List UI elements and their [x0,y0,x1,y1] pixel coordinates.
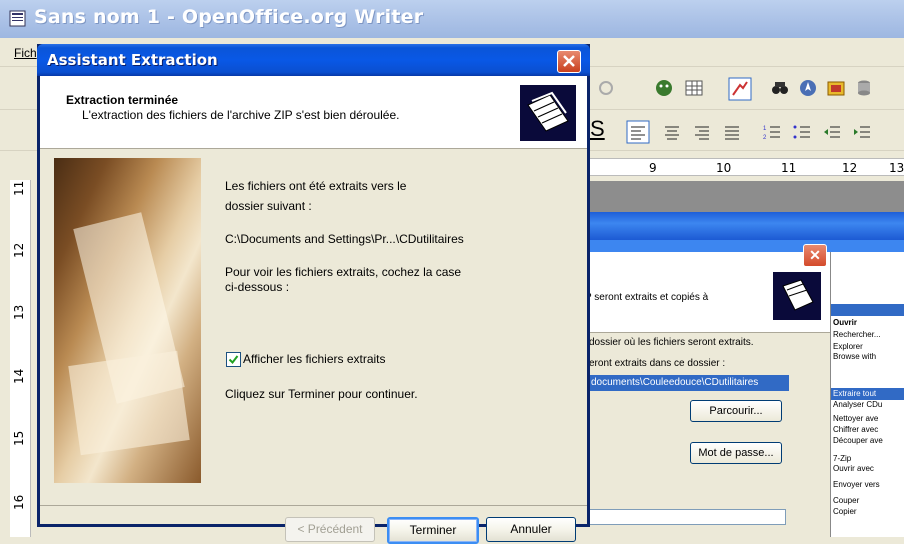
ruler-9: 9 [649,161,657,175]
ctx-item[interactable]: Ouvrir [833,318,857,327]
background-dialog-titlebar-lower [585,240,904,252]
context-menu-header-band [831,304,904,316]
close-button[interactable] [557,50,581,73]
ruler-10: 10 [716,161,732,175]
dialog-titlebar[interactable]: Assistant Extraction [37,44,590,76]
navigator-icon[interactable] [798,78,818,98]
background-dialog-header: P seront extraits et copiés à [585,252,830,333]
underline-icon[interactable]: S [590,116,605,142]
wizard-folder-image [54,158,201,483]
folder-sheet [68,350,190,456]
show-files-checkbox[interactable] [226,352,241,367]
ruler-11: 11 [781,161,797,175]
info-line-4: ci-dessous : [225,280,290,294]
svg-text:2: 2 [763,135,767,141]
vruler-16: 16 [12,494,26,510]
svg-text:1: 1 [763,126,767,132]
bg-progress-field [589,509,786,525]
ctx-item[interactable]: Explorer [833,342,863,351]
bg-fragment-2: dossier où les fichiers seront extraits. [589,337,754,348]
writer-titlebar: Sans nom 1 - OpenOffice.org Writer [0,0,904,38]
bg-destination-field[interactable]: documents\Couleedouce\CDutilitaires [589,375,789,391]
cancel-button[interactable]: Annuler [486,517,576,542]
spellcheck-icon[interactable] [654,78,674,98]
dialog-title: Assistant Extraction [47,51,218,69]
show-files-label[interactable]: Afficher les fichiers extraits [243,352,386,366]
increase-indent-icon[interactable] [852,122,872,142]
ctx-item[interactable]: Chiffrer avec [833,425,878,434]
ctx-item[interactable]: Découper ave [833,436,883,445]
bullets-icon[interactable] [792,122,812,142]
finish-button[interactable]: Terminer [387,517,479,544]
previous-button[interactable]: < Précédent [285,517,375,542]
datasources-icon[interactable] [854,78,874,98]
footer-separator [40,505,587,506]
table-icon[interactable] [684,78,704,98]
align-left-icon[interactable] [626,120,650,144]
ctx-item[interactable]: Couper [833,496,859,505]
dialog-header: Extraction terminée L'extraction des fic… [40,76,587,149]
vruler-12: 12 [12,242,26,258]
info-line-3: Pour voir les fichiers extraits, cochez … [225,265,462,279]
vruler-14: 14 [12,368,26,384]
bg-archive-icon [773,272,821,320]
background-dialog-titlebar [585,212,904,240]
ctx-item[interactable]: Nettoyer ave [833,414,878,423]
ctx-item[interactable]: Browse with [833,352,876,361]
ctx-item[interactable]: Rechercher... [833,330,881,339]
ctx-item[interactable]: Ouvrir avec [833,464,874,473]
justify-icon[interactable] [722,122,742,142]
checkmark-icon [228,355,239,365]
background-dialog-close-button[interactable]: ✕ [803,244,827,267]
align-right-icon[interactable] [692,122,712,142]
bg-password-button[interactable]: Mot de passe... [690,442,782,464]
gallery-icon[interactable] [826,78,846,98]
writer-app-icon [9,10,26,27]
vertical-ruler: 11 12 13 14 15 16 [10,152,31,537]
vruler-13: 13 [12,304,26,320]
info-line-5: Cliquez sur Terminer pour continuer. [225,387,418,401]
bg-fragment-3: eront extraits dans ce dossier : [589,358,726,369]
vruler-11: 11 [12,180,26,196]
numbering-icon[interactable]: 12 [762,122,782,142]
info-line-1: Les fichiers ont été extraits vers le [225,179,407,193]
decrease-indent-icon[interactable] [822,122,842,142]
extraction-wizard-dialog: Assistant Extraction Extraction terminée… [37,44,590,544]
ctx-item[interactable]: Extraire tout [833,389,876,398]
vruler-15: 15 [12,430,26,446]
ruler-13: 13 [889,161,904,175]
ctx-item[interactable]: Envoyer vers [833,480,880,489]
context-menu: Ouvrir Rechercher... Explorer Browse wit… [830,252,904,537]
ctx-item[interactable]: Copier [833,507,857,516]
ctx-item[interactable]: 7-Zip [833,454,851,463]
background-dialog: P seront extraits et copiés à ✕ dossier … [585,212,904,537]
ruler-band: 9 10 11 12 13 [585,158,904,176]
header-title: Extraction terminée [66,93,179,107]
destination-path: C:\Documents and Settings\Pr...\CDutilit… [225,232,464,246]
menu-fichier[interactable]: Fich [14,46,37,60]
bg-fragment-1: P seront extraits et copiés à [585,292,709,303]
archive-folders-icon [520,85,576,141]
dialog-body: Extraction terminée L'extraction des fic… [40,76,587,544]
ctx-item[interactable]: Analyser CDu [833,400,882,409]
close-icon [563,55,575,67]
writer-title: Sans nom 1 - OpenOffice.org Writer [34,6,424,28]
draw-functions-icon[interactable] [728,77,752,101]
align-center-icon[interactable] [662,122,682,142]
header-subtitle: L'extraction des fichiers de l'archive Z… [82,108,400,122]
left-margin [0,152,10,537]
info-line-2: dossier suivant : [225,199,312,213]
email-icon[interactable] [596,78,616,98]
find-replace-icon[interactable] [770,78,790,98]
bg-browse-button[interactable]: Parcourir... [690,400,782,422]
ruler-12: 12 [842,161,858,175]
